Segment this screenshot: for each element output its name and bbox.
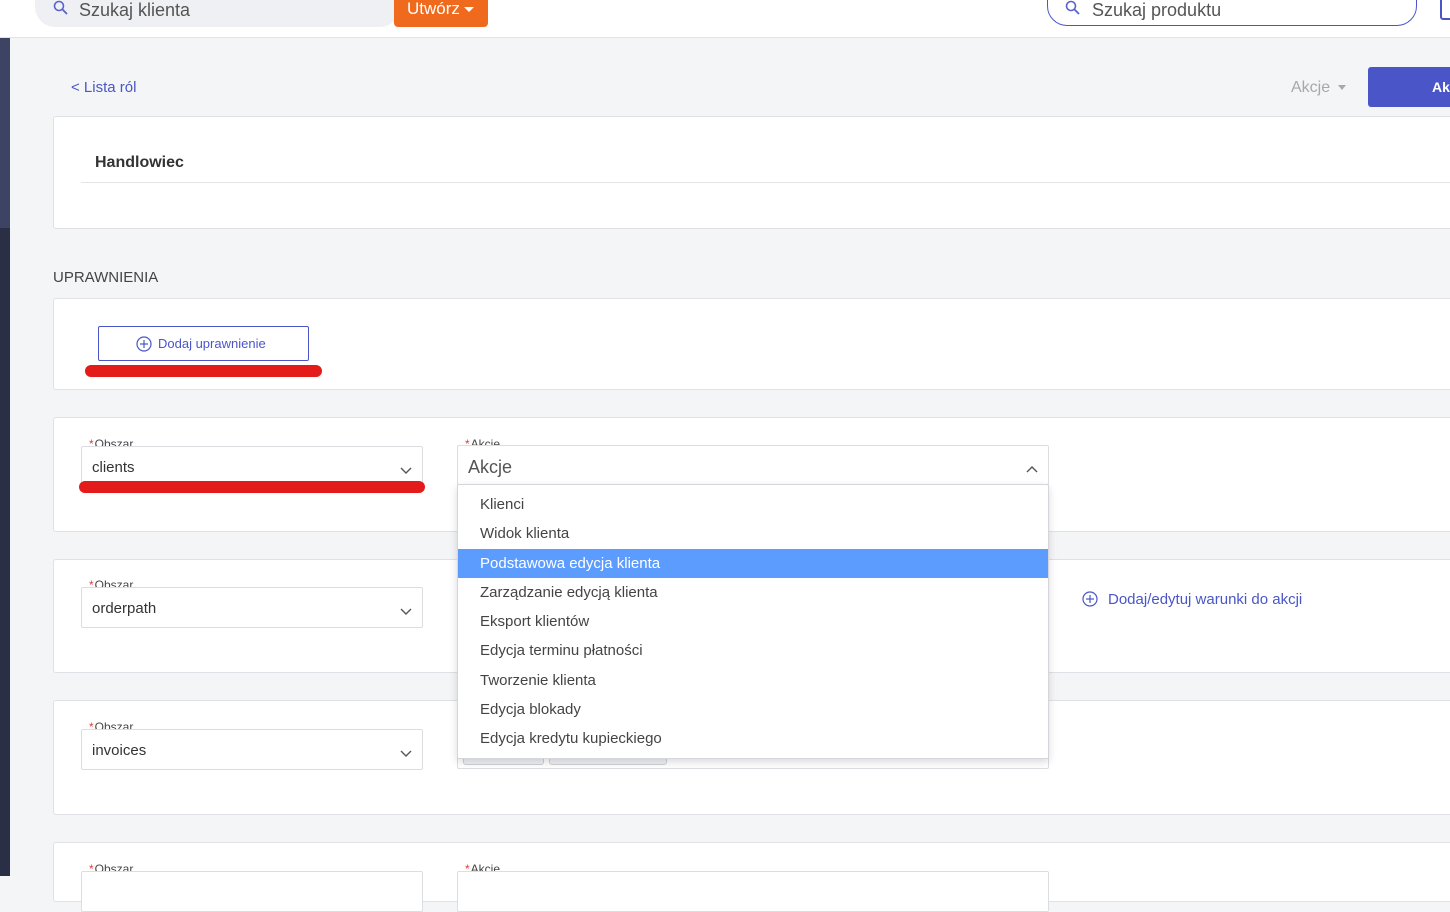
area-select-value: invoices xyxy=(92,742,147,759)
create-button[interactable]: Utwórz xyxy=(394,0,488,27)
area-select[interactable]: invoices xyxy=(81,729,423,770)
area-select-value: clients xyxy=(92,459,135,476)
top-bar: Szukaj klienta Utwórz Szukaj produktu xyxy=(0,0,1450,38)
role-name: Handlowiec xyxy=(95,154,184,171)
back-to-role-list-link[interactable]: < Lista ról xyxy=(71,79,136,96)
dropdown-option[interactable]: Zarządzanie edycją klienta xyxy=(458,578,1048,607)
actions-dropdown-list: Klienci Widok klienta Podstawowa edycja kl… xyxy=(457,484,1049,759)
add-edit-conditions-link[interactable]: Dodaj/edytuj warunki do akcji xyxy=(1082,591,1302,608)
product-search-input[interactable]: Szukaj produktu xyxy=(1047,0,1417,26)
annotation-underline xyxy=(85,365,322,377)
client-search-placeholder: Szukaj klienta xyxy=(79,0,191,20)
actions-dropdown-label: Akcje xyxy=(1291,79,1331,96)
cart-icon[interactable] xyxy=(1440,0,1450,20)
primary-action-button[interactable]: Ak xyxy=(1368,67,1450,107)
actions-select[interactable] xyxy=(457,871,1049,912)
dropdown-option[interactable]: Edycja terminu płatności xyxy=(458,636,1048,665)
search-icon xyxy=(53,0,69,21)
actions-dropdown[interactable]: Akcje xyxy=(1291,79,1347,97)
dropdown-option[interactable]: Widok klienta xyxy=(458,519,1048,548)
annotation-underline xyxy=(79,481,425,493)
role-name-underline xyxy=(81,182,1450,183)
add-permission-button[interactable]: Dodaj uprawnienie xyxy=(98,326,309,361)
dropdown-option[interactable]: Edycja blokady xyxy=(458,695,1048,724)
caret-down-icon xyxy=(1338,85,1347,91)
sidebar-strip xyxy=(0,38,10,876)
sidebar-active-mark xyxy=(0,38,10,228)
area-select[interactable]: orderpath xyxy=(81,587,423,628)
actions-select[interactable]: Akcje xyxy=(457,445,1049,485)
create-button-label: Utwórz xyxy=(407,0,460,18)
product-search-placeholder: Szukaj produktu xyxy=(1092,0,1222,20)
dropdown-option[interactable]: Podstawowa edycja klienta xyxy=(458,548,1048,578)
dropdown-option[interactable]: Eksport klientów xyxy=(458,607,1048,636)
add-edit-conditions-label: Dodaj/edytuj warunki do akcji xyxy=(1108,591,1303,608)
caret-down-icon xyxy=(463,7,474,13)
dropdown-option[interactable]: Edycja kredytu kupieckiego xyxy=(458,724,1048,753)
search-icon xyxy=(1065,0,1081,21)
chevron-down-icon xyxy=(400,462,412,480)
area-select[interactable] xyxy=(81,871,423,912)
area-select-value: orderpath xyxy=(92,600,157,617)
add-permission-label: Dodaj uprawnienie xyxy=(158,336,266,351)
plus-circle-icon xyxy=(136,336,152,355)
role-card: Handlowiec xyxy=(53,116,1450,229)
plus-circle-icon xyxy=(1082,591,1098,611)
chevron-down-icon xyxy=(400,745,412,763)
actions-select-placeholder: Akcje xyxy=(468,457,513,477)
chevron-up-icon xyxy=(1026,460,1038,478)
client-search-input[interactable]: Szukaj klienta xyxy=(35,0,400,27)
dropdown-option[interactable]: Tworzenie klienta xyxy=(458,666,1048,695)
chevron-down-icon xyxy=(400,603,412,621)
dropdown-option[interactable]: Klienci xyxy=(458,490,1048,519)
permissions-section-title: UPRAWNIENIA xyxy=(53,269,159,286)
